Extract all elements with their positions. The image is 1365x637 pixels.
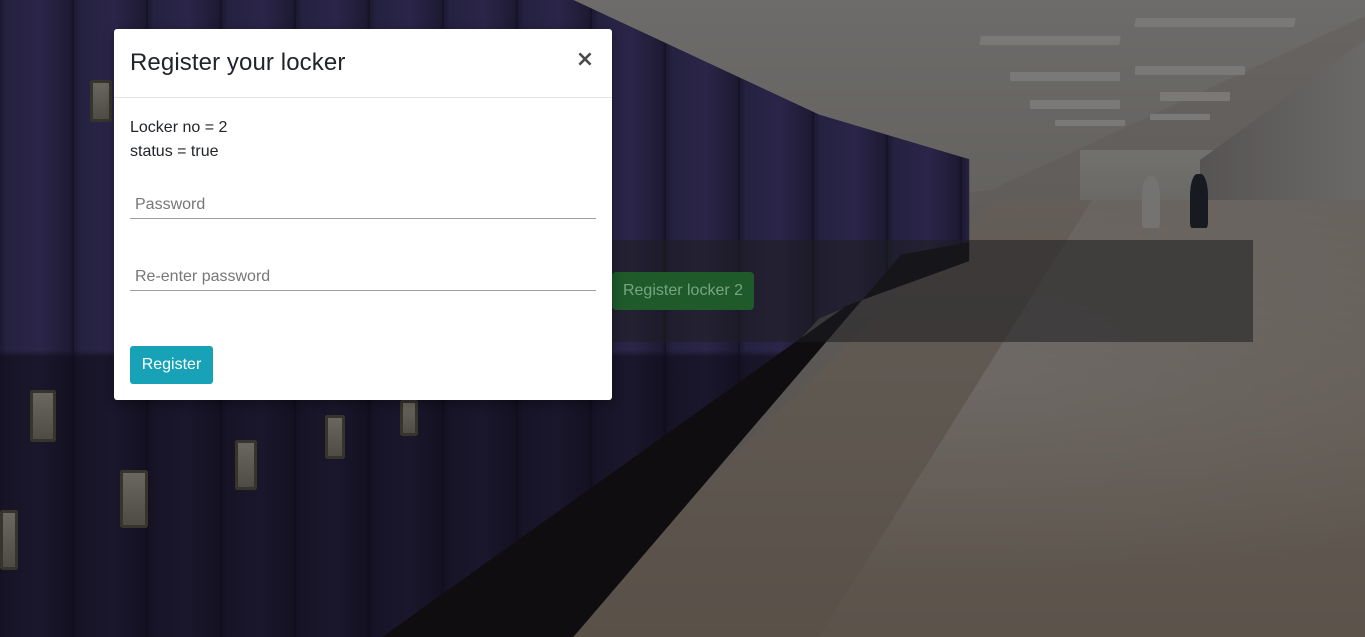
reenter-password-input[interactable]	[130, 263, 596, 291]
register-button[interactable]: Register	[130, 346, 213, 384]
modal-header: Register your locker ×	[114, 29, 612, 98]
modal-title: Register your locker	[130, 49, 346, 76]
password-input[interactable]	[130, 191, 596, 219]
page: Register locker 2 Register your locker ×…	[0, 0, 1365, 637]
locker-number-text: Locker no = 2	[130, 119, 228, 136]
register-locker-button[interactable]: Register locker 2	[612, 272, 754, 310]
register-locker-modal: Register your locker × Locker no = 2 sta…	[114, 29, 612, 400]
close-icon[interactable]: ×	[574, 47, 596, 73]
locker-status-text: status = true	[130, 143, 219, 160]
